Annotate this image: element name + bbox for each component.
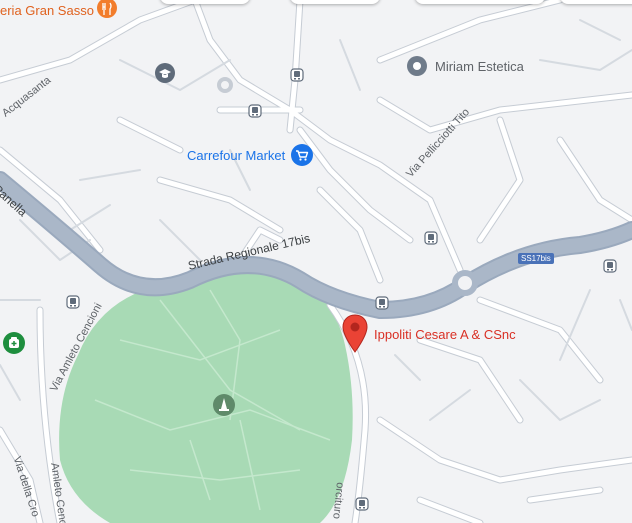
- bus-stop-icon[interactable]: [375, 296, 389, 310]
- monument-icon[interactable]: [212, 393, 236, 417]
- poi-miriam-estetica[interactable]: Miriam Estetica: [435, 59, 524, 74]
- filter-chip-2[interactable]: [290, 0, 380, 4]
- map-view[interactable]: eria Gran Sasso Miriam Estetica Carrefou…: [0, 0, 632, 523]
- poi-carrefour-label[interactable]: Carrefour Market: [187, 148, 285, 163]
- bus-stop-icon[interactable]: [603, 259, 617, 273]
- bus-stop-icon[interactable]: [290, 68, 304, 82]
- place-marker-icon[interactable]: [406, 55, 428, 77]
- bus-stop-icon[interactable]: [248, 104, 262, 118]
- pharmacy-icon[interactable]: [2, 331, 26, 355]
- road-shield-ss17bis: SS17bis: [518, 253, 554, 264]
- filter-chip-3[interactable]: [415, 0, 545, 4]
- filter-chip-4[interactable]: [560, 0, 632, 4]
- red-location-pin-icon[interactable]: [341, 314, 369, 354]
- poi-restaurant-label[interactable]: eria Gran Sasso: [0, 3, 94, 18]
- roundabout: [452, 270, 478, 296]
- filter-chip-1[interactable]: [160, 0, 250, 4]
- poi-ippoliti-label[interactable]: Ippoliti Cesare A & CSnc: [374, 327, 516, 342]
- bus-stop-icon[interactable]: [355, 497, 369, 511]
- restaurant-icon[interactable]: [96, 0, 118, 22]
- bus-stop-icon[interactable]: [424, 231, 438, 245]
- school-icon[interactable]: [154, 62, 176, 84]
- bus-stop-icon[interactable]: [66, 295, 80, 309]
- shopping-cart-icon[interactable]: [290, 143, 314, 167]
